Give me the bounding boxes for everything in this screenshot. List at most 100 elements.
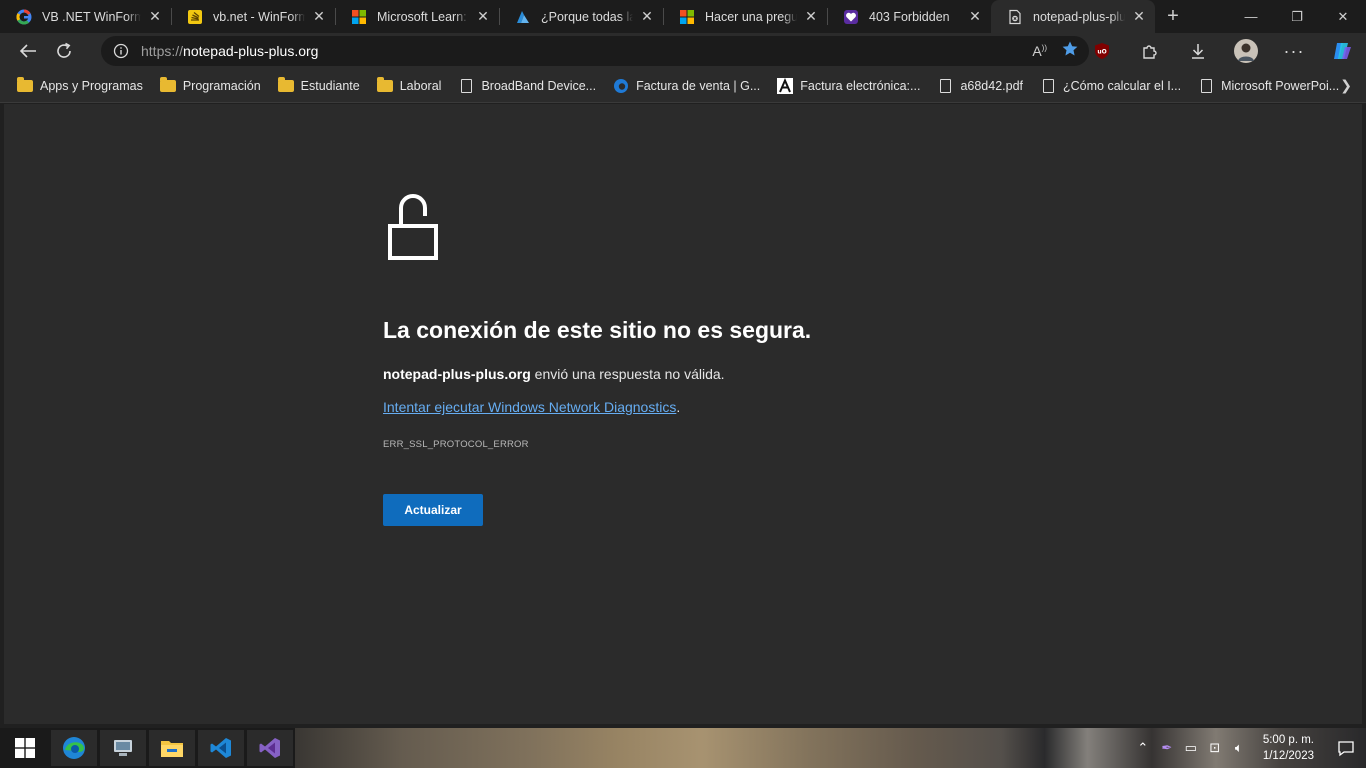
system-clock[interactable]: 5:00 p. m. 1/12/2023 [1251,732,1326,764]
folder-icon [159,76,177,94]
profile-avatar[interactable] [1222,36,1270,66]
ublock-extension-icon[interactable]: uO [1078,36,1126,66]
tab-vbnet-winforms[interactable]: VB .NET WinForms ✕ [0,0,171,33]
close-icon[interactable]: ✕ [475,8,491,25]
close-icon[interactable]: ✕ [803,8,819,25]
tab-porque-todas[interactable]: ¿Porque todas las p ✕ [499,0,663,33]
taskbar-file-explorer[interactable] [149,730,195,766]
address-bar[interactable]: https://notepad-plus-plus.org A)) [101,36,1089,66]
copilot-icon[interactable] [1318,36,1366,66]
bookmark-factura-electronica[interactable]: Factura electrónica:... [768,72,928,100]
taskbar-vscode[interactable] [198,730,244,766]
diagnostics-line: Intentar ejecutar Windows Network Diagno… [383,399,983,415]
taskbar-system-app[interactable] [100,730,146,766]
close-icon[interactable]: ✕ [1131,8,1147,25]
page-icon [1197,78,1215,94]
tab-title: Hacer una pregunta [705,9,797,24]
network-icon[interactable]: ⊡ [1203,740,1227,756]
bookmark-label: Factura de venta | G... [636,78,761,93]
folder-icon [161,741,183,757]
page-icon [457,78,475,94]
read-aloud-icon[interactable]: A)) [1032,43,1047,59]
back-button[interactable] [10,36,46,66]
taskbar-visual-studio[interactable] [247,730,293,766]
url-text[interactable]: https://notepad-plus-plus.org [141,43,318,59]
bookmark-programacion[interactable]: Programación [151,72,269,100]
tab-vbnet-winforms-so[interactable]: vb.net - WinForms ✕ [171,0,335,33]
folder-icon [277,76,295,94]
taskbar-edge[interactable] [51,730,97,766]
favorites-bar: Apps y Programas Programación Estudiante… [0,69,1366,103]
notifications-icon[interactable] [1326,739,1366,757]
browser-toolbar: https://notepad-plus-plus.org A)) uO ··· [0,33,1366,69]
bookmark-label: Apps y Programas [40,78,143,93]
close-icon[interactable]: ✕ [147,8,163,25]
url-scheme: https:// [141,43,184,59]
error-panel: La conexión de este sitio no es segura. … [383,190,983,526]
network-diagnostics-link[interactable]: Intentar ejecutar Windows Network Diagno… [383,399,676,415]
start-button[interactable] [2,730,48,766]
refresh-icon [57,42,71,58]
toolbar-right: uO ··· [1078,36,1366,66]
azure-icon [515,9,531,25]
bookmark-broadband-device[interactable]: BroadBand Device... [449,72,604,100]
address-bar-actions: A)) [1032,36,1079,66]
bookmark-estudiante[interactable]: Estudiante [269,72,368,100]
tab-title: 403 Forbidden [869,9,950,24]
settings-more-icon[interactable]: ··· [1270,36,1318,66]
close-icon[interactable]: ✕ [639,8,655,25]
stackoverflow-icon [187,9,203,25]
bookmark-a68d42-pdf[interactable]: a68d42.pdf [928,72,1031,100]
volume-icon[interactable]: 🔈︎ [1227,740,1251,756]
bookmark-apps-y-programas[interactable]: Apps y Programas [8,72,151,100]
diagnostics-suffix: . [676,399,681,415]
close-icon[interactable]: ✕ [311,8,327,25]
tab-403-forbidden[interactable]: 403 Forbidden ✕ [827,0,991,33]
reload-button[interactable]: Actualizar [383,494,483,526]
folder-icon [16,76,34,94]
error-host: notepad-plus-plus.org [383,366,531,382]
close-window-icon[interactable]: ✕ [1320,0,1366,33]
downloads-icon[interactable] [1174,36,1222,66]
microsoft-icon [351,9,367,25]
tab-microsoft-learn[interactable]: Microsoft Learn: de ✕ [335,0,499,33]
folder-icon [376,76,394,94]
svg-text:uO: uO [1097,49,1106,56]
system-tray: ⌃ ✒ ▭ ⊡ 🔈︎ 5:00 p. m. 1/12/2023 [1131,728,1366,768]
unlocked-padlock-icon [388,194,438,260]
vscode-icon [210,738,231,758]
bookmark-laboral[interactable]: Laboral [368,72,450,100]
error-message: envió una respuesta no válida. [530,366,725,382]
chevron-up-icon[interactable]: ⌃ [1131,740,1155,756]
tab-title: Microsoft Learn: de [377,9,469,24]
pen-icon[interactable]: ✒ [1155,740,1179,756]
error-page: La conexión de este sitio no es segura. … [4,104,1362,724]
close-icon[interactable]: ✕ [967,8,983,25]
edge-icon [612,78,630,94]
restore-icon[interactable]: ❐ [1274,0,1320,33]
battery-icon[interactable]: ▭ [1179,740,1203,756]
computer-monitor-icon [114,740,132,756]
tab-hacer-pregunta[interactable]: Hacer una pregunta ✕ [663,0,827,33]
tab-title: vb.net - WinForms [213,9,305,24]
minimize-icon[interactable]: — [1228,0,1274,33]
bookmark-microsoft-powerpoint[interactable]: Microsoft PowerPoi... [1189,72,1347,100]
url-host: notepad-plus-plus.org [183,43,319,59]
bookmark-label: Microsoft PowerPoi... [1221,78,1340,93]
chevron-right-icon[interactable]: ❯ [1340,77,1352,94]
tab-notepad-plus-plus[interactable]: notepad-plus-plus ✕ [991,0,1155,33]
edge-icon [63,737,85,759]
tab-title: ¿Porque todas las p [541,9,633,24]
clock-time: 5:00 p. m. [1262,734,1314,746]
refresh-button[interactable] [46,36,82,66]
bookmark-como-calcular[interactable]: ¿Cómo calcular el I... [1031,72,1189,100]
tab-title: notepad-plus-plus [1033,9,1125,24]
site-info-icon[interactable] [101,43,141,59]
google-icon [16,8,32,25]
extensions-puzzle-icon[interactable] [1126,36,1174,66]
back-arrow-icon [19,44,36,58]
tab-title: VB .NET WinForms [42,9,141,24]
bookmark-factura-de-venta[interactable]: Factura de venta | G... [604,72,768,100]
new-tab-button[interactable]: + [1155,0,1191,33]
favorite-star-icon[interactable] [1061,40,1079,63]
